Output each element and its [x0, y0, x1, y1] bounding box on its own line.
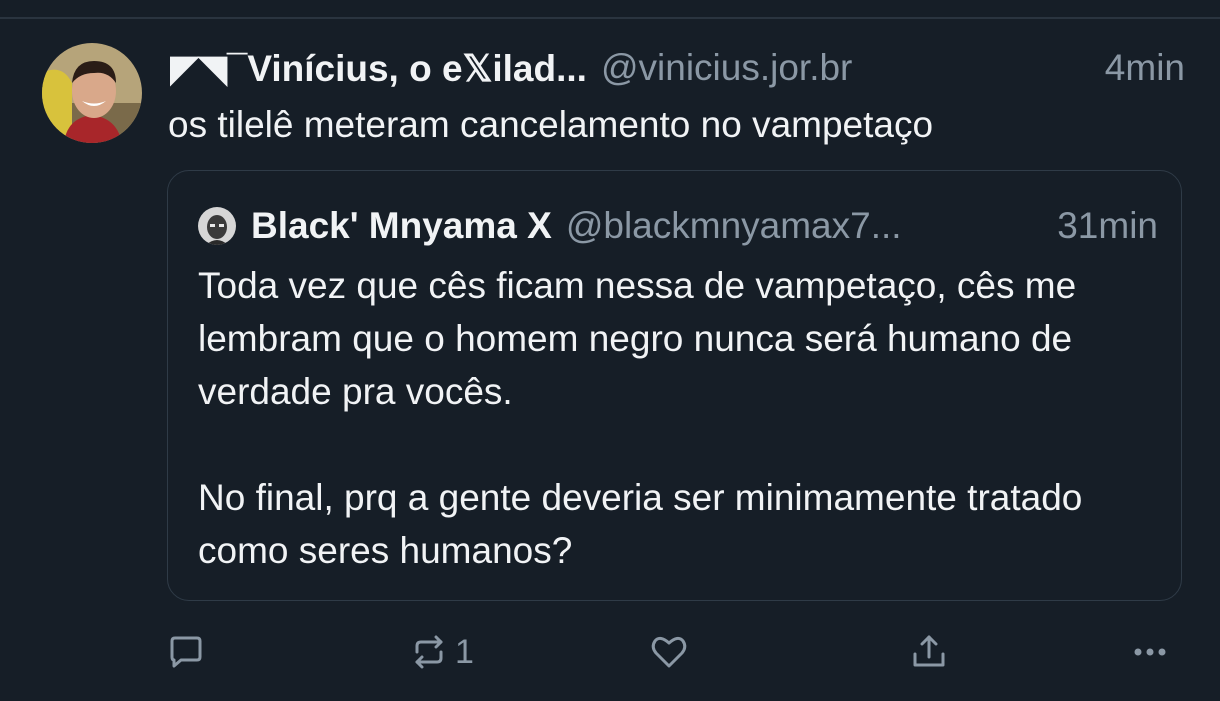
- post-time[interactable]: 4min: [1105, 47, 1185, 89]
- quoted-paragraph: No final, prq a gente deveria ser minima…: [198, 477, 1083, 571]
- share-button[interactable]: [909, 628, 949, 676]
- quoted-post-text: Toda vez que cês ficam nessa de vampetaç…: [198, 259, 1158, 577]
- repost-button[interactable]: 1: [409, 628, 474, 676]
- author-avatar[interactable]: [42, 43, 142, 143]
- heart-icon: [651, 636, 687, 668]
- speech-bubble-icon: [170, 636, 202, 668]
- post-text: os tilelê meteram cancelamento no vampet…: [168, 104, 934, 145]
- quoted-author-avatar: [198, 207, 236, 245]
- repost-icon: [415, 635, 443, 669]
- share-icon: [913, 635, 945, 667]
- quoted-author-name: Black' Mnyama X: [251, 205, 552, 246]
- top-divider: [0, 17, 1220, 19]
- like-button[interactable]: [649, 628, 689, 676]
- post-header: ◤◥¯Vinícius, o e𝕏ilad... @vinicius.jor.b…: [170, 44, 1185, 92]
- quoted-post-time: 31min: [1057, 205, 1158, 246]
- author-handle[interactable]: @vinicius.jor.br: [601, 47, 852, 89]
- quoted-paragraph: Toda vez que cês ficam nessa de vampetaç…: [198, 265, 1077, 412]
- quoted-post-header: Black' Mnyama X @blackmnyamax7... 31min: [198, 203, 1158, 249]
- quoted-post[interactable]: Black' Mnyama X @blackmnyamax7... 31min …: [167, 170, 1182, 601]
- author-name[interactable]: ◤◥¯Vinícius, o e𝕏ilad...: [170, 47, 587, 90]
- quoted-author-handle: @blackmnyamax7...: [565, 205, 902, 246]
- reply-button[interactable]: [166, 628, 206, 676]
- more-options-button[interactable]: [1130, 628, 1170, 676]
- repost-count: 1: [455, 632, 474, 671]
- action-bar: 1: [0, 628, 1220, 676]
- more-dots-icon: [1134, 648, 1166, 656]
